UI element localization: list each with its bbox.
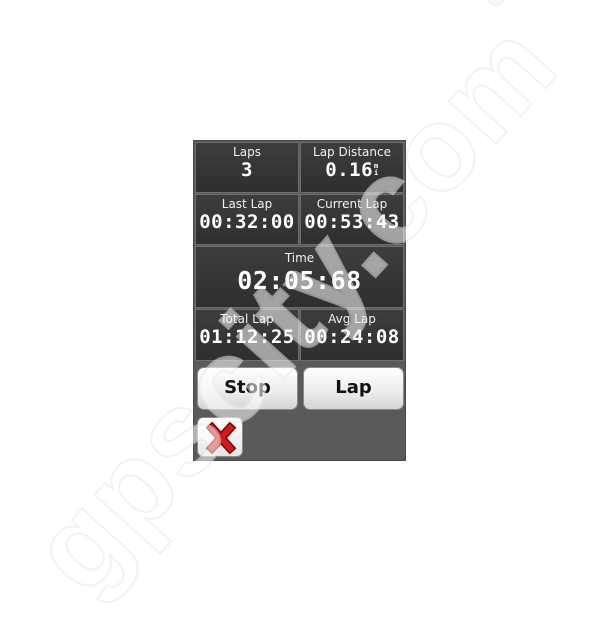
lap-distance-value-row: 0.16 m i: [301, 159, 403, 181]
laps-label: Laps: [233, 145, 261, 159]
lap-distance-value: 0.16: [325, 159, 374, 181]
lap-distance-field: Lap Distance 0.16 m i: [300, 142, 404, 193]
lap-button[interactable]: Lap: [303, 367, 404, 410]
close-button[interactable]: [197, 417, 243, 457]
avg-lap-label: Avg Lap: [328, 312, 376, 326]
current-lap-field: Current Lap 00:53:43: [300, 194, 404, 245]
lap-timer-screen: Laps 3 Lap Distance 0.16 m i Last Lap 00:3…: [193, 140, 406, 461]
avg-lap-field: Avg Lap 00:24:08: [300, 309, 404, 361]
current-lap-label: Current Lap: [316, 197, 388, 211]
last-lap-label: Last Lap: [221, 197, 273, 211]
current-lap-value: 00:53:43: [304, 211, 400, 233]
registered-mark: ®: [481, 0, 513, 13]
total-lap-field: Total Lap 01:12:25: [195, 309, 299, 361]
avg-lap-value: 00:24:08: [304, 326, 400, 348]
total-lap-value: 01:12:25: [199, 326, 295, 348]
last-lap-value: 00:32:00: [199, 211, 295, 233]
time-value: 02:05:68: [237, 266, 362, 295]
time-label: Time: [284, 251, 315, 265]
last-lap-field: Last Lap 00:32:00: [195, 194, 299, 245]
total-lap-label: Total Lap: [220, 312, 274, 326]
time-field: Time 02:05:68: [195, 246, 404, 308]
stop-button[interactable]: Stop: [197, 367, 298, 410]
lap-distance-label: Lap Distance: [313, 145, 391, 159]
laps-value: 3: [241, 159, 253, 181]
lap-distance-unit: mi: [374, 162, 379, 177]
close-icon: [205, 421, 237, 455]
laps-field: Laps 3: [195, 142, 299, 193]
